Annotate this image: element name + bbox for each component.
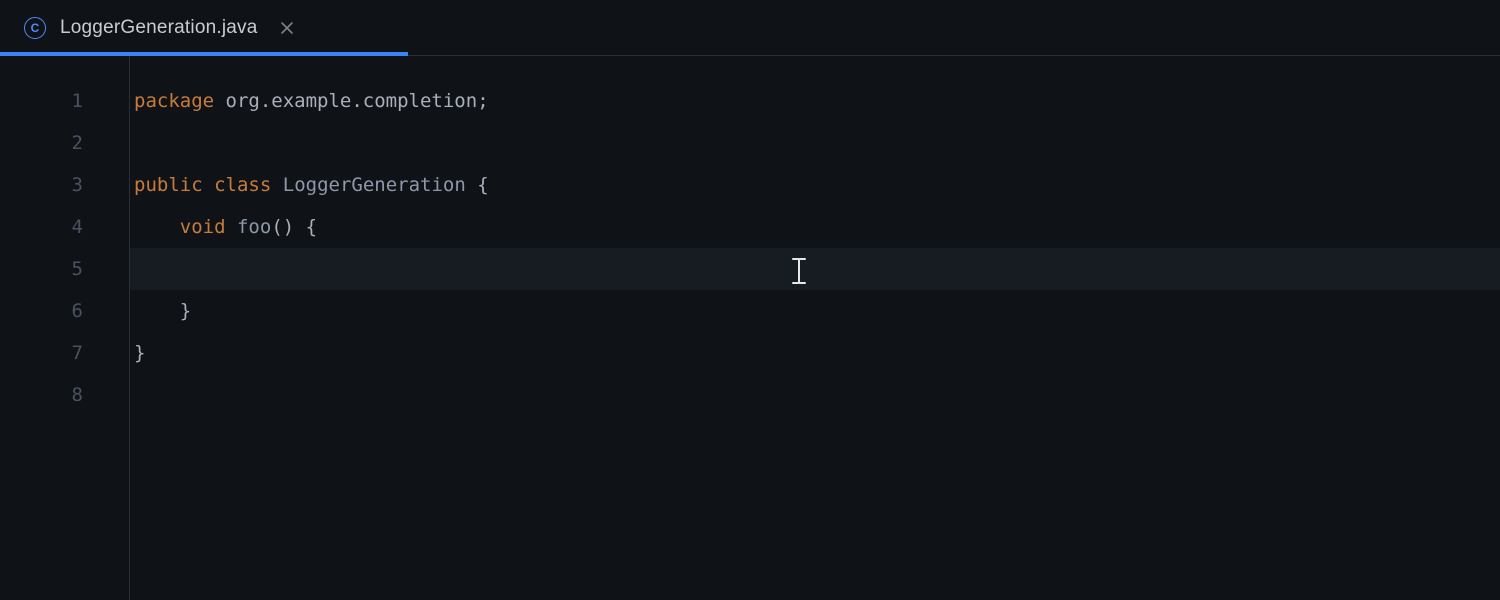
tab-title: LoggerGeneration.java (60, 17, 258, 39)
file-tab[interactable]: C LoggerGeneration.java (0, 0, 316, 55)
line-number: 8 (0, 374, 129, 416)
line-number: 4 (0, 206, 129, 248)
tab-bar: C LoggerGeneration.java (0, 0, 1500, 56)
code-line-current[interactable] (130, 248, 1500, 290)
line-number: 7 (0, 332, 129, 374)
gutter: 1 2 3 4 5 6 7 8 (0, 56, 130, 600)
line-number: 2 (0, 122, 129, 164)
code-line[interactable]: public class LoggerGeneration { (130, 164, 1500, 206)
code-line[interactable]: package org.example.completion; (130, 80, 1500, 122)
punct: { (294, 216, 317, 238)
code-line[interactable]: } (130, 332, 1500, 374)
keyword: public (134, 174, 203, 196)
indent (134, 216, 180, 238)
code-line[interactable] (130, 374, 1500, 416)
punct: } (180, 300, 191, 322)
code-line[interactable]: void foo() { (130, 206, 1500, 248)
keyword: package (134, 90, 214, 112)
line-number: 5 (0, 248, 129, 290)
code-line[interactable]: } (130, 290, 1500, 332)
keyword: void (180, 216, 226, 238)
code-editor[interactable]: 1 2 3 4 5 6 7 8 package org.example.comp… (0, 56, 1500, 600)
indent (134, 300, 180, 322)
class-name: LoggerGeneration (283, 174, 466, 196)
line-number: 6 (0, 290, 129, 332)
package-name: org.example.completion (226, 90, 478, 112)
punct: ; (477, 90, 488, 112)
close-icon (280, 21, 294, 35)
code-area[interactable]: package org.example.completion; public c… (130, 56, 1500, 600)
code-line[interactable] (130, 122, 1500, 164)
punct: } (134, 342, 145, 364)
close-tab-button[interactable] (278, 19, 296, 37)
punct: () (271, 216, 294, 238)
java-class-icon: C (24, 17, 46, 39)
keyword: class (214, 174, 271, 196)
method-name: foo (237, 216, 271, 238)
line-number: 3 (0, 164, 129, 206)
punct: { (466, 174, 489, 196)
line-number: 1 (0, 80, 129, 122)
